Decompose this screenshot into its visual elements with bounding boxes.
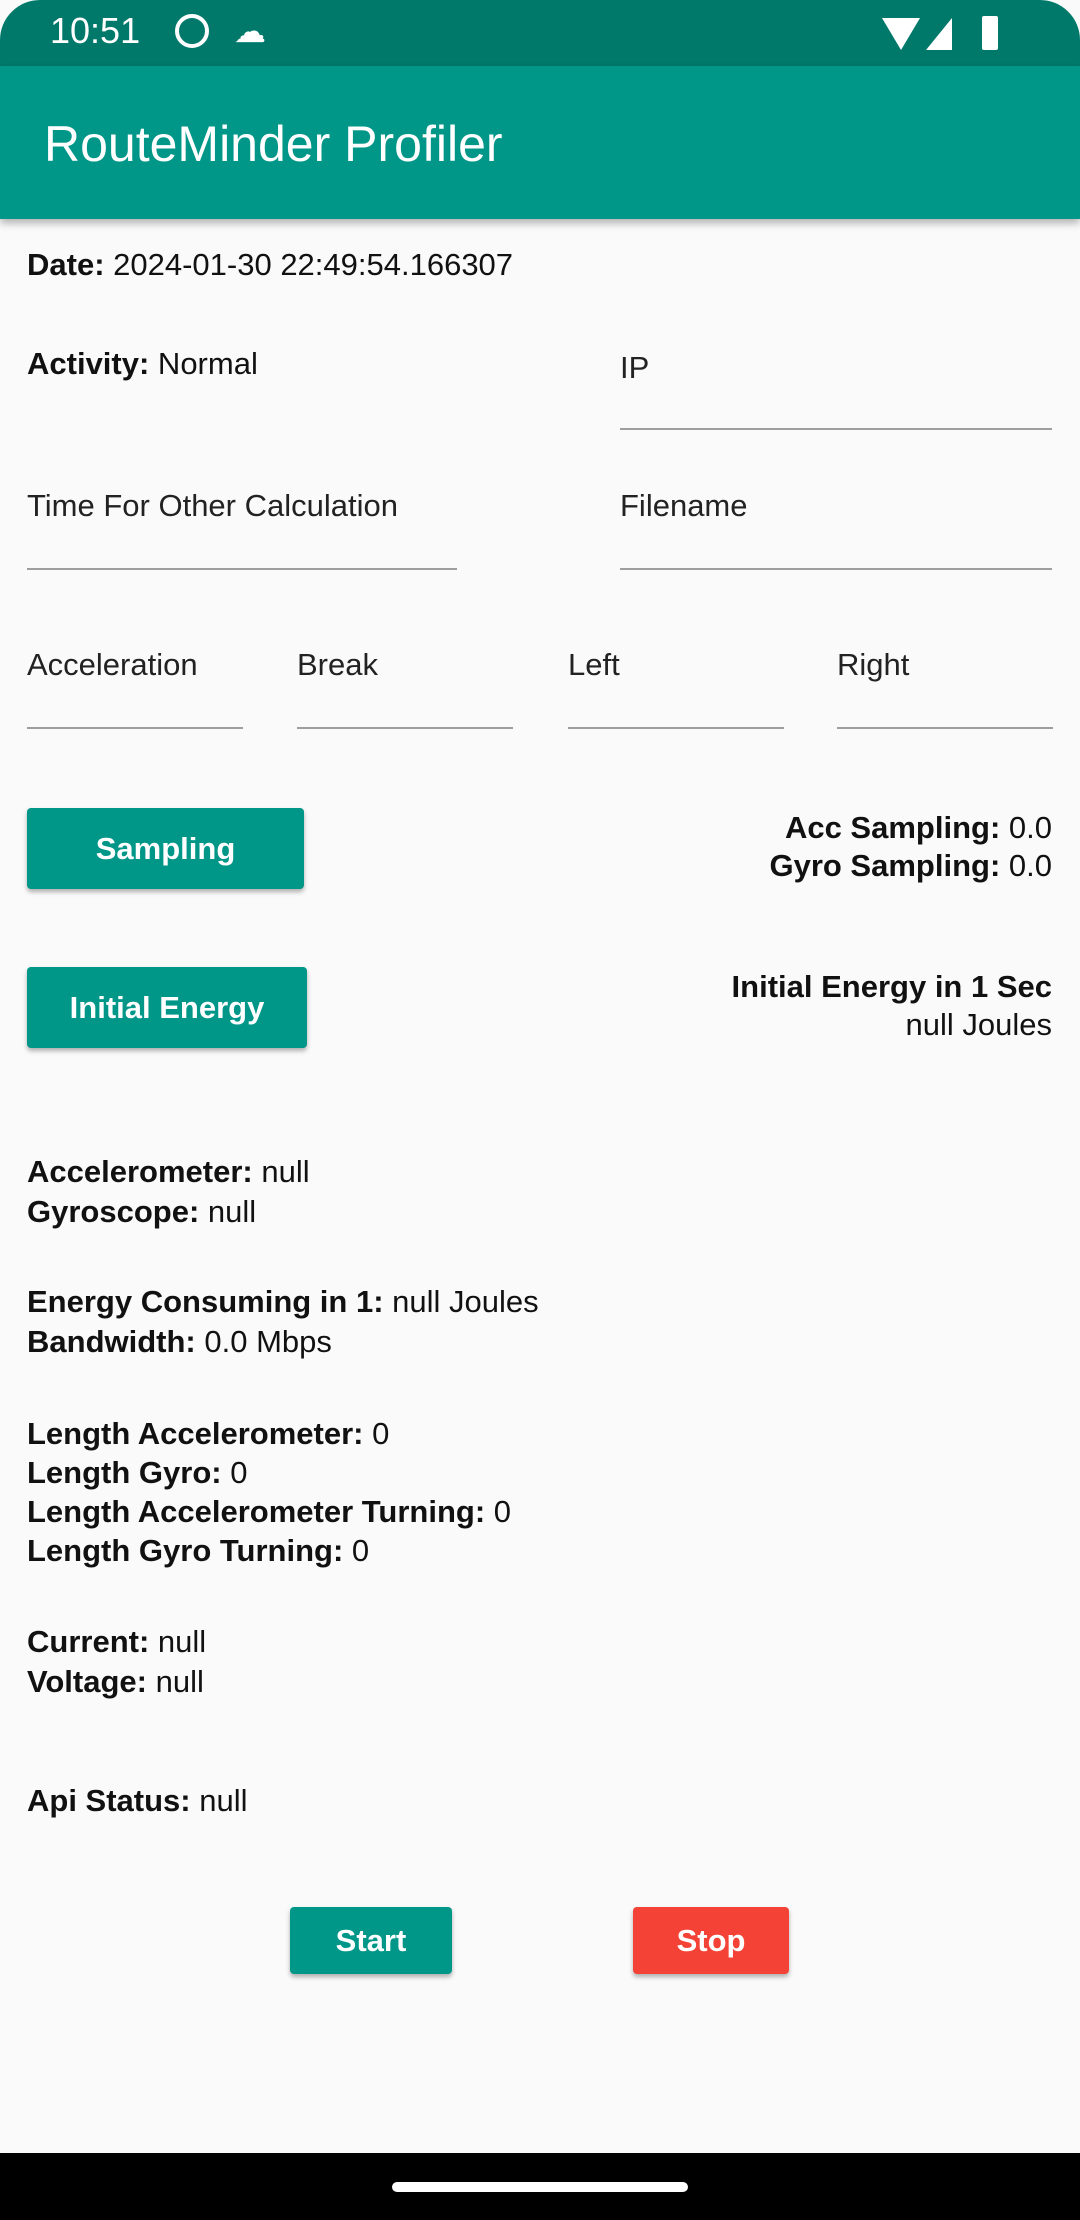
bandwidth-label: Bandwidth: <box>27 1324 196 1359</box>
left-input[interactable]: Left <box>568 645 784 729</box>
current-label: Current: <box>27 1624 150 1659</box>
length-accelerometer-value: 0 <box>363 1416 390 1451</box>
current-value: null <box>149 1624 207 1659</box>
voltage-label: Voltage: <box>27 1664 147 1699</box>
break-hint: Break <box>297 647 378 682</box>
api-status-text: Api Status: null <box>27 1781 248 1821</box>
time-other-hint: Time For Other Calculation <box>27 488 398 523</box>
length-gyro-text: Length Gyro: 0 <box>27 1453 247 1493</box>
activity-text: Activity: Normal <box>27 344 258 384</box>
date-text: Date: 2024-01-30 22:49:54.166307 <box>27 245 513 285</box>
gyro-sampling-label: Gyro Sampling: <box>769 848 1001 883</box>
time-other-calculation-input[interactable]: Time For Other Calculation <box>27 486 457 570</box>
accelerometer-value: null <box>252 1154 310 1189</box>
energy-consuming-text: Energy Consuming in 1: null Joules <box>27 1282 539 1322</box>
activity-value: Normal <box>149 346 258 381</box>
acc-sampling-value: 0.0 <box>1000 810 1052 845</box>
filename-input[interactable]: Filename <box>620 486 1052 570</box>
api-status-label: Api Status: <box>27 1783 191 1818</box>
initial-energy-label: Initial Energy in 1 Sec <box>731 969 1052 1004</box>
date-label: Date: <box>27 247 105 282</box>
gyroscope-label: Gyroscope: <box>27 1194 200 1229</box>
api-status-value: null <box>190 1783 248 1818</box>
length-accelerometer-turning-text: Length Accelerometer Turning: 0 <box>27 1492 511 1532</box>
app-notification-icon <box>175 14 209 48</box>
gyroscope-text: Gyroscope: null <box>27 1192 256 1232</box>
home-handle[interactable] <box>392 2182 688 2192</box>
gyro-sampling-value: 0.0 <box>1000 848 1052 883</box>
voltage-text: Voltage: null <box>27 1662 204 1702</box>
date-value: 2024-01-30 22:49:54.166307 <box>104 247 514 282</box>
bandwidth-text: Bandwidth: 0.0 Mbps <box>27 1322 332 1362</box>
length-acc-turning-value: 0 <box>485 1494 512 1529</box>
break-input[interactable]: Break <box>297 645 513 729</box>
length-acc-turning-label: Length Accelerometer Turning: <box>27 1494 486 1529</box>
app-bar: RouteMinder Profiler <box>0 66 1080 219</box>
activity-label: Activity: <box>27 346 150 381</box>
acceleration-input[interactable]: Acceleration <box>27 645 243 729</box>
ip-input[interactable]: IP <box>620 348 1052 430</box>
sampling-button[interactable]: Sampling <box>27 808 304 889</box>
initial-energy-value: null Joules <box>905 1007 1052 1042</box>
acc-sampling-text: Acc Sampling: 0.0 <box>785 808 1052 848</box>
app-title: RouteMinder Profiler <box>44 116 503 172</box>
length-accelerometer-label: Length Accelerometer: <box>27 1416 364 1451</box>
start-button[interactable]: Start <box>290 1907 452 1974</box>
current-text: Current: null <box>27 1622 206 1662</box>
right-hint: Right <box>837 647 910 682</box>
filename-hint: Filename <box>620 488 748 523</box>
initial-energy-button[interactable]: Initial Energy <box>27 967 307 1048</box>
wifi-signal-battery-icons <box>882 16 998 50</box>
acceleration-hint: Acceleration <box>27 647 198 682</box>
left-hint: Left <box>568 647 620 682</box>
accelerometer-text: Accelerometer: null <box>27 1152 310 1192</box>
energy-consuming-label: Energy Consuming in 1: <box>27 1284 384 1319</box>
status-time: 10:51 <box>50 10 141 51</box>
length-accelerometer-text: Length Accelerometer: 0 <box>27 1414 389 1454</box>
bandwidth-value: 0.0 Mbps <box>195 1324 332 1359</box>
length-gyro-turning-label: Length Gyro Turning: <box>27 1533 344 1568</box>
cloud-icon: ☁ <box>234 13 266 49</box>
voltage-value: null <box>147 1664 204 1699</box>
gyro-sampling-text: Gyro Sampling: 0.0 <box>769 846 1052 886</box>
stop-button[interactable]: Stop <box>633 1907 789 1974</box>
gyroscope-value: null <box>199 1194 257 1229</box>
acc-sampling-label: Acc Sampling: <box>784 810 1001 845</box>
navigation-bar <box>0 2153 1080 2220</box>
accelerometer-label: Accelerometer: <box>27 1154 253 1189</box>
length-gyro-label: Length Gyro: <box>27 1455 222 1490</box>
status-bar: 10:51 ☁ <box>0 0 1080 66</box>
ip-hint: IP <box>620 350 650 385</box>
right-input[interactable]: Right <box>837 645 1053 729</box>
length-gyro-turning-value: 0 <box>343 1533 370 1568</box>
energy-consuming-value: null Joules <box>383 1284 539 1319</box>
length-gyro-value: 0 <box>221 1455 248 1490</box>
length-gyro-turning-text: Length Gyro Turning: 0 <box>27 1531 369 1571</box>
